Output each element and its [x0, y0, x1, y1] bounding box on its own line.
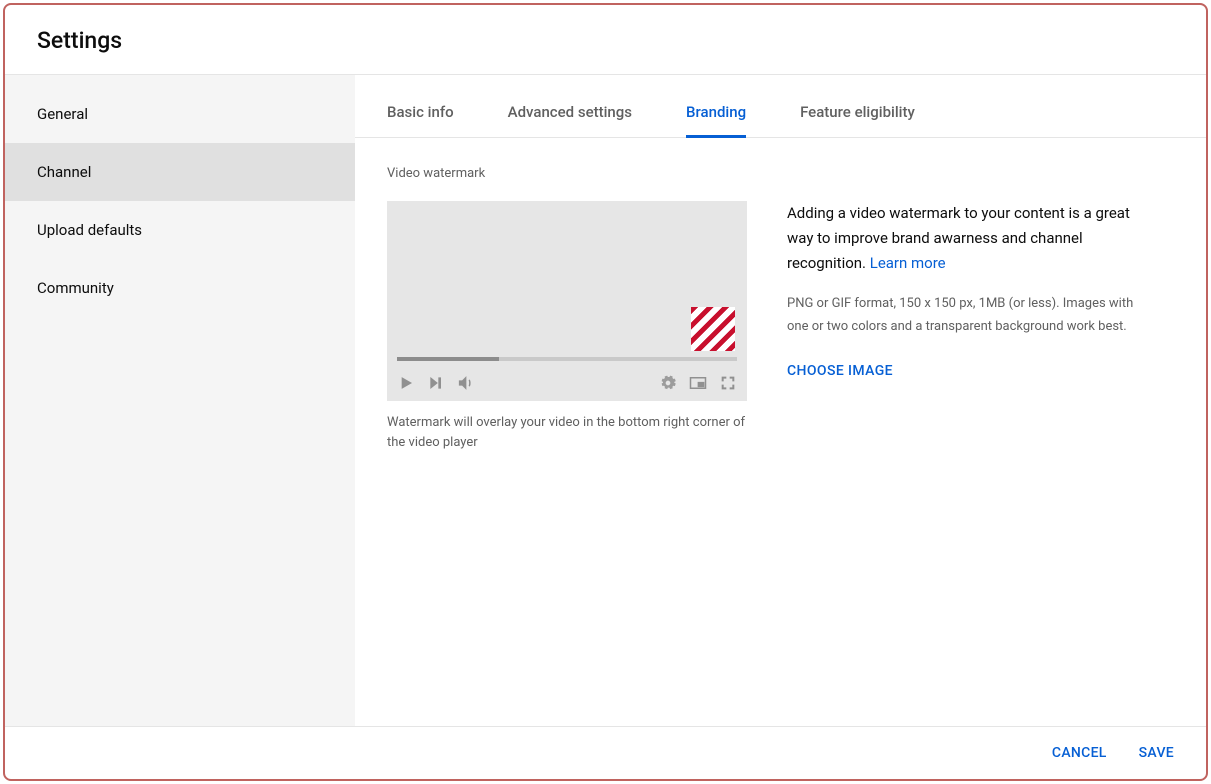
tab-advanced-settings[interactable]: Advanced settings [508, 75, 632, 137]
cancel-button[interactable]: CANCEL [1052, 745, 1107, 761]
description-column: Adding a video watermark to your content… [787, 201, 1147, 452]
progress-bar [397, 357, 737, 361]
channel-tabs: Basic info Advanced settings Branding Fe… [355, 75, 1206, 138]
tab-basic-info[interactable]: Basic info [387, 75, 454, 137]
branding-content: Video watermark [355, 138, 1206, 480]
sidebar-item-community[interactable]: Community [5, 259, 355, 317]
sidebar-item-general[interactable]: General [5, 85, 355, 143]
dialog-body: General Channel Upload defaults Communit… [5, 75, 1206, 726]
tab-feature-eligibility[interactable]: Feature eligibility [800, 75, 915, 137]
settings-dialog: Settings General Channel Upload defaults… [3, 3, 1208, 781]
tab-label: Feature eligibility [800, 103, 915, 121]
video-preview-column: Watermark will overlay your video in the… [387, 201, 747, 452]
dialog-title: Settings [37, 27, 1174, 54]
play-icon [397, 374, 415, 392]
sidebar-item-label: Upload defaults [37, 221, 142, 239]
settings-sidebar: General Channel Upload defaults Communit… [5, 75, 355, 726]
player-controls [387, 365, 747, 401]
tab-label: Branding [686, 103, 746, 121]
tab-branding[interactable]: Branding [686, 75, 746, 137]
settings-main: Basic info Advanced settings Branding Fe… [355, 75, 1206, 726]
gear-icon [659, 374, 677, 392]
next-icon [427, 374, 445, 392]
watermark-sample-icon [691, 307, 735, 351]
tab-label: Advanced settings [508, 103, 632, 121]
fullscreen-icon [719, 374, 737, 392]
progress-fill [397, 357, 499, 361]
learn-more-link[interactable]: Learn more [870, 254, 946, 272]
sidebar-item-upload-defaults[interactable]: Upload defaults [5, 201, 355, 259]
watermark-description: Adding a video watermark to your content… [787, 201, 1147, 275]
volume-icon [457, 374, 475, 392]
preview-caption: Watermark will overlay your video in the… [387, 413, 747, 452]
sidebar-item-label: Community [37, 279, 114, 297]
format-hint: PNG or GIF format, 150 x 150 px, 1MB (or… [787, 293, 1147, 339]
save-button[interactable]: SAVE [1139, 745, 1174, 761]
section-title: Video watermark [387, 166, 1174, 181]
dialog-header: Settings [5, 5, 1206, 75]
sidebar-item-channel[interactable]: Channel [5, 143, 355, 201]
tab-label: Basic info [387, 103, 454, 121]
sidebar-item-label: General [37, 105, 88, 123]
video-preview [387, 201, 747, 401]
description-text: Adding a video watermark to your content… [787, 204, 1130, 272]
choose-image-button[interactable]: CHOOSE IMAGE [787, 363, 893, 379]
branding-row: Watermark will overlay your video in the… [387, 201, 1174, 452]
miniplayer-icon [689, 374, 707, 392]
dialog-footer: CANCEL SAVE [5, 726, 1206, 779]
sidebar-item-label: Channel [37, 163, 91, 181]
